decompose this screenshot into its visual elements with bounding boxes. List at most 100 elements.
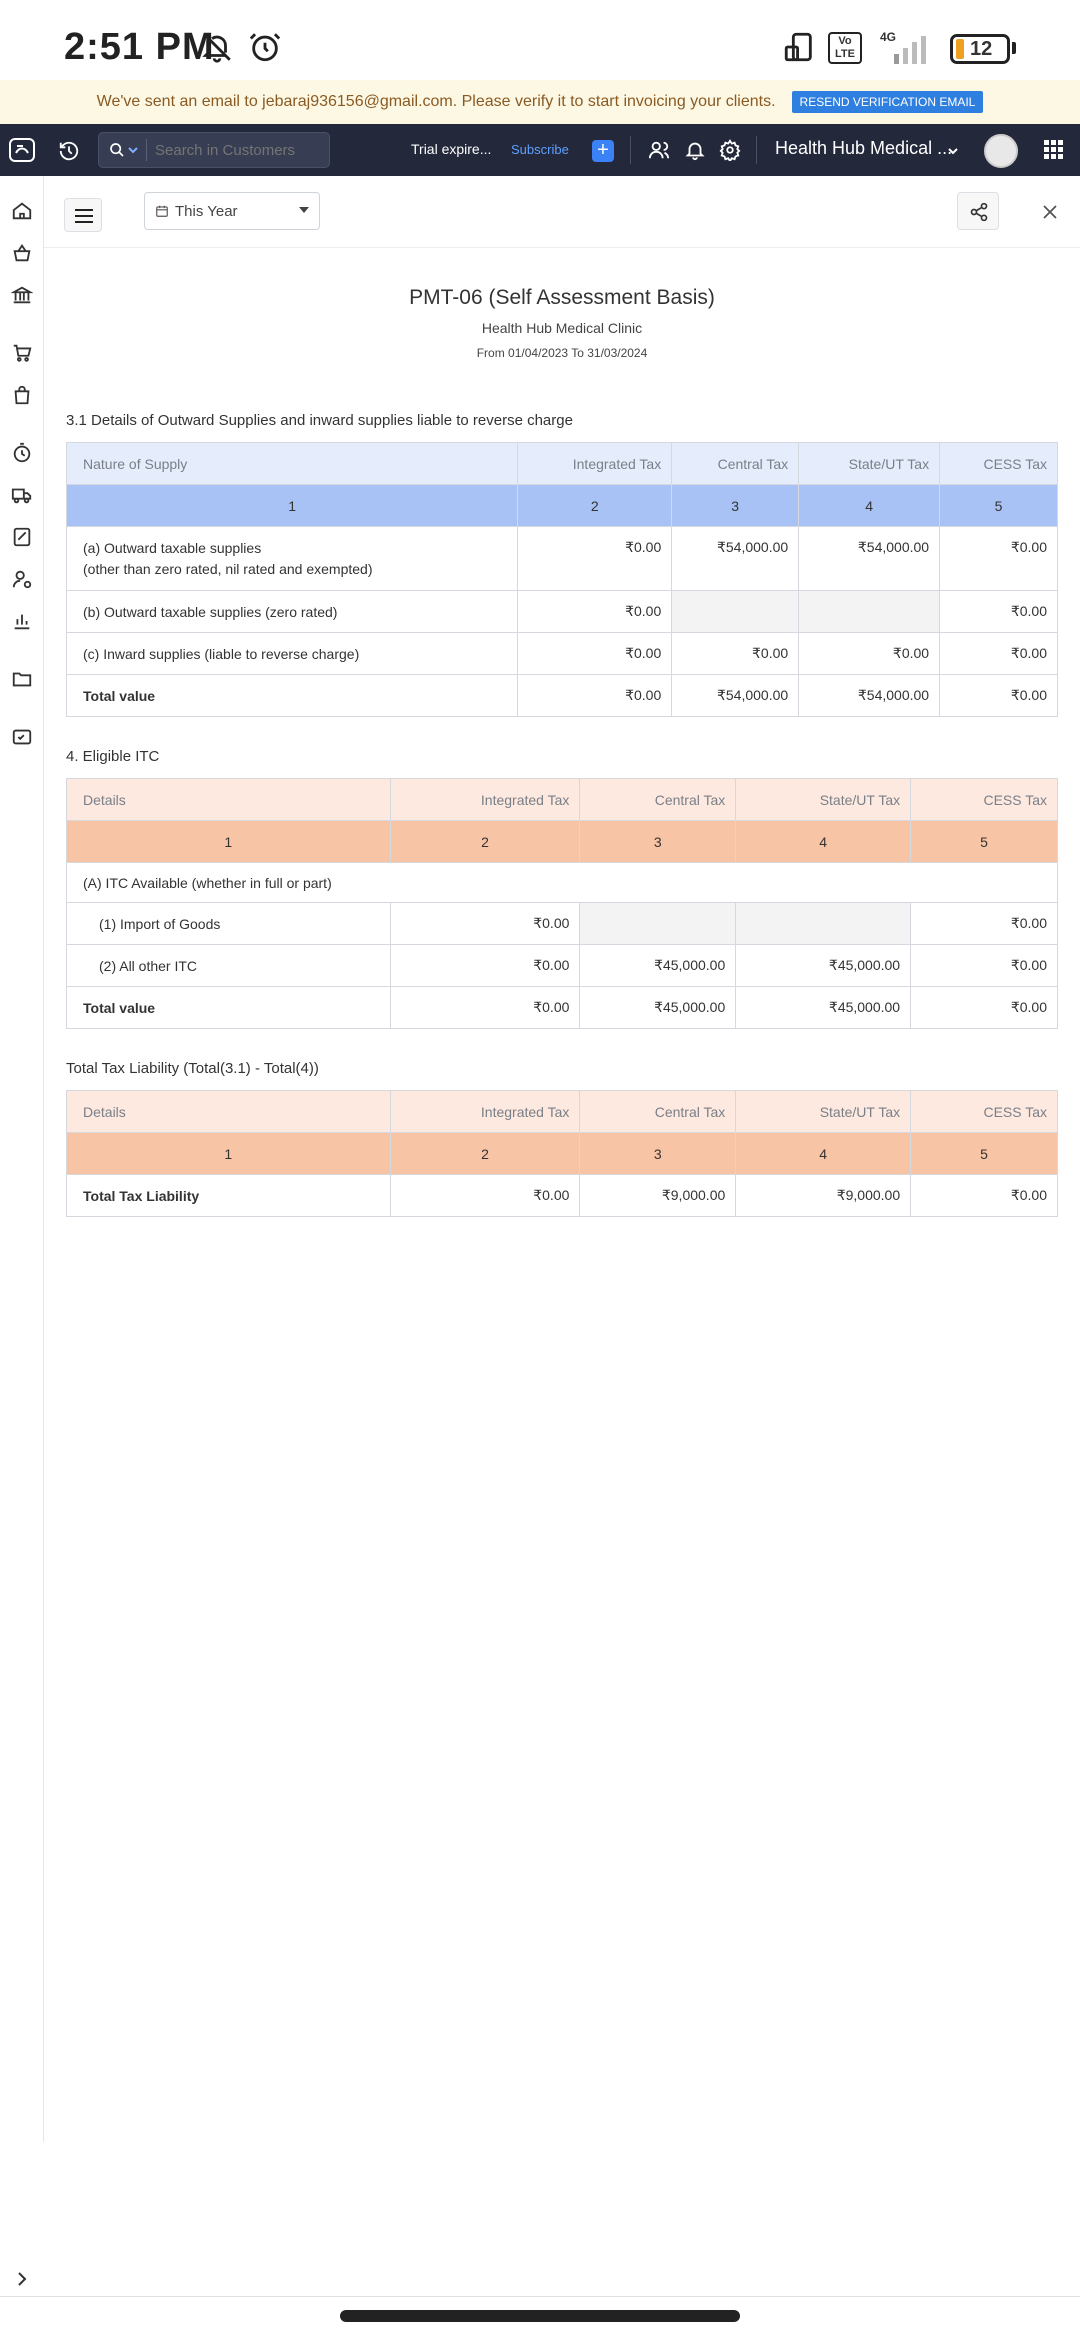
index-row: 1 2 3 4 5	[65, 484, 1058, 527]
total-row: Total Tax Liability ₹0.00 ₹9,000.00 ₹9,0…	[66, 1174, 1058, 1217]
amount-cell: ₹0.00	[939, 674, 1058, 717]
column-header: Central Tax	[579, 778, 737, 821]
trial-status: Trial expire...	[411, 141, 492, 157]
user-avatar[interactable]	[984, 134, 1018, 168]
amount-cell: ₹0.00	[517, 526, 673, 591]
signal-icon	[894, 36, 926, 64]
row-label-line1: (a) Outward taxable supplies	[83, 539, 262, 556]
column-header: State/UT Tax	[735, 778, 912, 821]
index-cell: 2	[517, 484, 673, 527]
org-chevron-down-icon[interactable]	[948, 146, 958, 156]
amount-cell: ₹9,000.00	[579, 1174, 737, 1217]
amount-cell: ₹0.00	[910, 1174, 1058, 1217]
index-cell: 3	[579, 820, 737, 863]
amount-cell: ₹0.00	[389, 902, 581, 945]
amount-cell: ₹45,000.00	[735, 944, 912, 987]
status-time: 2:51 PM	[64, 26, 215, 68]
amount-cell: ₹54,000.00	[671, 526, 800, 591]
eligible-itc-table: Details Integrated Tax Central Tax State…	[66, 778, 1058, 1029]
group-label: (A) ITC Available (whether in full or pa…	[66, 862, 1058, 903]
time-tracking-icon[interactable]	[11, 442, 33, 464]
period-filter-dropdown[interactable]: This Year	[144, 192, 320, 230]
quick-create-button[interactable]: +	[592, 140, 614, 162]
row-label-line2: (other than zero rated, nil rated and ex…	[83, 560, 373, 577]
index-cell: 5	[910, 820, 1058, 863]
column-header: State/UT Tax	[735, 1090, 912, 1133]
expand-sidebar-chevron-icon[interactable]	[0, 2260, 44, 2298]
table-row: (2) All other ITC ₹0.00 ₹45,000.00 ₹45,0…	[66, 944, 1058, 987]
column-header: CESS Tax	[910, 1090, 1058, 1133]
close-icon[interactable]	[1038, 200, 1062, 224]
amount-cell: ₹0.00	[939, 526, 1058, 591]
subscribe-link[interactable]: Subscribe	[511, 142, 569, 157]
home-icon[interactable]	[11, 200, 33, 222]
amount-cell: ₹0.00	[671, 632, 800, 675]
column-header: Nature of Supply	[65, 442, 519, 485]
group-row: (A) ITC Available (whether in full or pa…	[66, 862, 1058, 903]
accountant-icon[interactable]	[11, 568, 33, 590]
banking-icon[interactable]	[11, 284, 33, 306]
empty-cell	[671, 590, 800, 633]
amount-cell: ₹0.00	[910, 902, 1058, 945]
left-sidebar	[0, 176, 44, 2142]
purchases-bag-icon[interactable]	[11, 384, 33, 406]
column-header: Central Tax	[579, 1090, 737, 1133]
chevron-down-icon[interactable]	[128, 145, 138, 155]
share-button[interactable]	[957, 192, 999, 230]
amount-cell: ₹45,000.00	[579, 944, 737, 987]
amount-cell: ₹45,000.00	[579, 986, 737, 1029]
notification-bell-icon[interactable]	[684, 139, 706, 161]
amount-cell: ₹0.00	[389, 944, 581, 987]
row-label: (b) Outward taxable supplies (zero rated…	[65, 590, 519, 633]
search-input[interactable]	[155, 141, 325, 159]
app-logo-icon[interactable]	[8, 137, 36, 163]
resend-verification-button[interactable]: RESEND VERIFICATION EMAIL	[791, 91, 984, 113]
gst-filing-icon[interactable]	[11, 526, 33, 548]
menu-toggle-button[interactable]	[64, 198, 102, 232]
reports-chart-icon[interactable]	[11, 610, 33, 632]
verify-email-banner: We've sent an email to jebaraj936156@gma…	[0, 80, 1080, 124]
index-cell: 4	[735, 820, 912, 863]
amount-cell: ₹54,000.00	[671, 674, 800, 717]
amount-cell: ₹0.00	[910, 986, 1058, 1029]
integrations-icon[interactable]	[11, 726, 33, 748]
table-header-row: Details Integrated Tax Central Tax State…	[66, 778, 1058, 821]
eway-bill-truck-icon[interactable]	[11, 484, 33, 506]
status-bar: 2:51 PM Vo LTE 4G 12	[0, 0, 1080, 80]
column-header: Central Tax	[671, 442, 800, 485]
column-header: State/UT Tax	[798, 442, 941, 485]
home-indicator[interactable]	[340, 2310, 740, 2322]
row-label: (a) Outward taxable supplies (other than …	[65, 526, 519, 591]
settings-gear-icon[interactable]	[719, 139, 741, 161]
amount-cell: ₹45,000.00	[735, 986, 912, 1029]
hamburger-icon	[75, 209, 93, 223]
volte-icon: Vo LTE	[828, 32, 862, 64]
index-row: 1 2 3 4 5	[66, 820, 1058, 863]
index-row: 1 2 3 4 5	[66, 1132, 1058, 1175]
column-header: Details	[66, 1090, 391, 1133]
share-icon	[970, 202, 988, 222]
column-header: CESS Tax	[910, 778, 1058, 821]
empty-cell	[798, 590, 941, 633]
section-eligible-itc-title: 4. Eligible ITC	[66, 748, 160, 765]
items-basket-icon[interactable]	[11, 242, 33, 264]
row-label: (1) Import of Goods	[66, 902, 391, 945]
organization-switcher[interactable]: Health Hub Medical ...	[775, 138, 952, 159]
table-header-row: Nature of Supply Integrated Tax Central …	[65, 442, 1058, 485]
index-cell: 3	[579, 1132, 737, 1175]
calendar-icon	[156, 205, 168, 217]
refer-users-icon[interactable]	[648, 139, 670, 161]
report-organization: Health Hub Medical Clinic	[481, 320, 643, 336]
report-content: This Year PMT-06 (Self Assessment Basis)…	[44, 176, 1080, 1217]
recent-history-icon[interactable]	[58, 140, 80, 162]
battery-level: 12	[970, 37, 993, 60]
table-row: (b) Outward taxable supplies (zero rated…	[65, 590, 1058, 633]
index-cell: 4	[735, 1132, 912, 1175]
app-grid-icon[interactable]	[1044, 140, 1064, 160]
sales-cart-icon[interactable]	[11, 342, 33, 364]
search-box[interactable]	[98, 132, 330, 168]
report-title: PMT-06 (Self Assessment Basis)	[409, 286, 715, 309]
search-icon[interactable]	[109, 142, 125, 158]
row-label: (2) All other ITC	[66, 944, 391, 987]
documents-folder-icon[interactable]	[11, 668, 33, 690]
